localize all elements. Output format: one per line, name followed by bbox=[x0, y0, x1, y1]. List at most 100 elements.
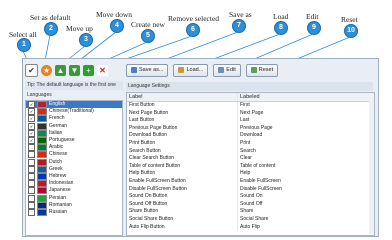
table-row[interactable]: Next Page Button Next Page bbox=[127, 109, 374, 118]
language-item[interactable]: Russian bbox=[26, 208, 122, 216]
table-row[interactable]: Disable FullScreen Button Disable FullScr… bbox=[127, 185, 374, 194]
table-row[interactable]: Social Share Button Social Share bbox=[127, 215, 374, 224]
language-checkbox[interactable] bbox=[28, 201, 35, 209]
table-row[interactable]: Search Button Search bbox=[127, 147, 374, 156]
cell-labeled[interactable]: Enable FullScreen bbox=[238, 178, 374, 186]
cell-labeled[interactable]: First bbox=[238, 102, 374, 110]
language-item[interactable]: Romanian bbox=[26, 201, 122, 209]
table-scrollbar[interactable] bbox=[369, 101, 374, 234]
cell-labeled[interactable]: Previous Page bbox=[238, 125, 374, 133]
load-button[interactable]: Load... bbox=[173, 63, 209, 77]
flag-icon bbox=[37, 108, 47, 116]
language-checkbox[interactable]: ✔ bbox=[28, 115, 35, 123]
language-checkbox[interactable] bbox=[28, 165, 35, 173]
language-item[interactable]: Greek bbox=[26, 165, 122, 173]
cell-labeled[interactable]: Social Share bbox=[238, 216, 374, 224]
cell-labeled[interactable]: Last bbox=[238, 117, 374, 125]
table-row[interactable]: Enable FullScreen Button Enable FullScree… bbox=[127, 177, 374, 186]
table-row[interactable]: Print Button Print bbox=[127, 139, 374, 148]
language-item[interactable]: Hebrew bbox=[26, 172, 122, 180]
language-checkbox[interactable] bbox=[28, 144, 35, 152]
flag-icon bbox=[37, 180, 47, 188]
edit-button[interactable]: Edit bbox=[213, 63, 241, 77]
cell-labeled[interactable]: Sound Off bbox=[238, 201, 374, 209]
language-checkbox[interactable]: ✔ bbox=[28, 129, 35, 137]
language-item[interactable]: Dutch bbox=[26, 158, 122, 166]
languages-list[interactable]: ✔ English ✔ Chinese(Traditional) ✔ French ✔ Ger… bbox=[25, 100, 123, 236]
cell-label: Disable FullScreen Button bbox=[127, 185, 238, 194]
language-name: Greek bbox=[49, 165, 63, 172]
language-item[interactable]: ✔ Italian bbox=[26, 129, 122, 137]
cell-labeled[interactable]: Clear bbox=[238, 155, 374, 163]
remove-selected-button[interactable]: ✕ bbox=[97, 64, 108, 76]
language-name: Chinese(Traditional) bbox=[49, 108, 94, 115]
create-new-button[interactable]: + bbox=[83, 64, 94, 76]
cell-labeled[interactable]: Auto Flip bbox=[238, 224, 374, 232]
language-item[interactable]: ✔ Chinese(Traditional) bbox=[26, 108, 122, 116]
language-name: German bbox=[49, 122, 68, 129]
cell-labeled[interactable]: Next Page bbox=[238, 110, 374, 118]
save-as-button[interactable]: Save as... bbox=[126, 63, 169, 77]
column-header-labeled[interactable]: Labeled bbox=[238, 93, 374, 101]
move-up-button[interactable]: ▲ bbox=[55, 64, 66, 76]
language-checkbox[interactable] bbox=[28, 194, 35, 202]
language-checkbox[interactable]: ✔ bbox=[28, 108, 35, 116]
language-item[interactable]: Arabic bbox=[26, 144, 122, 152]
flag-icon bbox=[37, 101, 47, 109]
cell-labeled[interactable]: Sound On bbox=[238, 193, 374, 201]
load-label: Load... bbox=[186, 67, 204, 73]
table-row[interactable]: Auto Flip Button Auto Flip bbox=[127, 223, 374, 232]
flag-icon bbox=[37, 137, 47, 145]
cell-labeled[interactable]: Help bbox=[238, 170, 374, 178]
table-row[interactable]: Clear Search Button Clear bbox=[127, 155, 374, 163]
reset-button[interactable]: Reset bbox=[245, 63, 279, 77]
language-item[interactable]: Japanese bbox=[26, 187, 122, 195]
language-item[interactable]: ✔ French bbox=[26, 115, 122, 123]
table-row[interactable]: Sound Off Button Sound Off bbox=[127, 200, 374, 209]
language-settings-window: ✔ ★ ▲ ▼ + ✕ Tip: The default language is… bbox=[22, 58, 379, 237]
language-checkbox[interactable] bbox=[28, 151, 35, 159]
table-row[interactable]: Sound On Button Sound On bbox=[127, 193, 374, 201]
cell-labeled[interactable]: Download bbox=[238, 132, 374, 140]
language-checkbox[interactable] bbox=[28, 180, 35, 188]
flag-icon bbox=[37, 158, 47, 166]
table-row[interactable]: Download Button Download bbox=[127, 132, 374, 140]
save-as-label: Save as... bbox=[139, 67, 164, 73]
language-item[interactable]: ✔ English bbox=[26, 101, 122, 109]
cell-labeled[interactable]: Search bbox=[238, 148, 374, 156]
table-row[interactable]: First Button First bbox=[127, 102, 374, 110]
language-name: Chinese bbox=[49, 151, 68, 158]
language-checkbox[interactable] bbox=[28, 208, 35, 216]
language-item[interactable]: Indonesian bbox=[26, 180, 122, 188]
language-checkbox[interactable]: ✔ bbox=[28, 101, 35, 109]
language-checkbox[interactable] bbox=[28, 172, 35, 180]
cell-label: Print Button bbox=[127, 139, 238, 148]
cell-label: Sound On Button bbox=[127, 193, 238, 201]
language-checkbox[interactable] bbox=[28, 187, 35, 195]
arrow-up-icon: ▲ bbox=[56, 65, 65, 75]
cell-labeled[interactable]: Disable FullScreen bbox=[238, 186, 374, 194]
table-row[interactable]: Share Button Share bbox=[127, 208, 374, 216]
reset-icon bbox=[250, 67, 257, 73]
table-row[interactable]: Help Button Help bbox=[127, 170, 374, 178]
move-down-button[interactable]: ▼ bbox=[69, 64, 80, 76]
language-item[interactable]: ✔ Portuguese bbox=[26, 137, 122, 145]
column-header-label[interactable]: Label bbox=[127, 93, 238, 101]
language-item[interactable]: Persian bbox=[26, 194, 122, 202]
table-row[interactable]: Previous Page Button Previous Page bbox=[127, 124, 374, 133]
flag-icon bbox=[37, 115, 47, 123]
set-default-button[interactable]: ★ bbox=[41, 64, 52, 76]
language-checkbox[interactable]: ✔ bbox=[28, 137, 35, 145]
language-item[interactable]: ✔ German bbox=[26, 122, 122, 130]
select-all-checkbox[interactable]: ✔ bbox=[25, 63, 38, 77]
settings-panel: Save as... Load... Edit Reset Language S… bbox=[126, 61, 376, 236]
cell-labeled[interactable]: Table of content bbox=[238, 163, 374, 171]
language-checkbox[interactable]: ✔ bbox=[28, 122, 35, 130]
cell-labeled[interactable]: Share bbox=[238, 208, 374, 216]
table-row[interactable]: Last Button Last bbox=[127, 117, 374, 125]
table-row[interactable]: Table of content Button Table of content bbox=[127, 162, 374, 171]
language-item[interactable]: Chinese bbox=[26, 151, 122, 159]
language-checkbox[interactable] bbox=[28, 158, 35, 166]
cell-labeled[interactable]: Print bbox=[238, 140, 374, 148]
language-name: Portuguese bbox=[49, 137, 75, 144]
